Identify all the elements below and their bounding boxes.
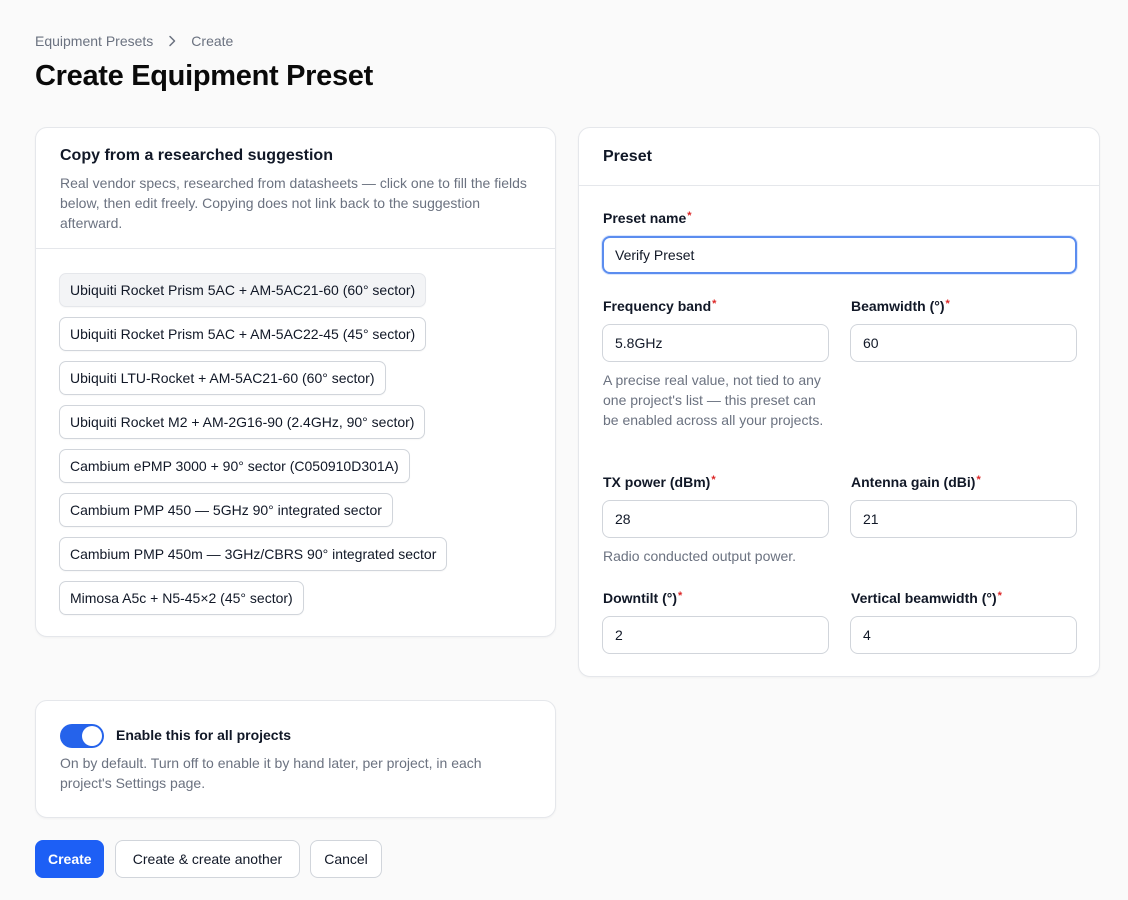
downtilt-input[interactable]: 2: [602, 616, 829, 654]
tx-power-help: Radio conducted output power.: [603, 548, 797, 564]
suggestion-chip[interactable]: Ubiquiti Rocket Prism 5AC + AM-5AC21-60 …: [59, 273, 427, 307]
frequency-band-input[interactable]: 5.8GHz: [602, 324, 829, 362]
breadcrumb-parent-link[interactable]: Equipment Presets: [35, 33, 153, 49]
beamwidth-input[interactable]: 60: [850, 324, 1077, 362]
suggestion-chip[interactable]: Cambium PMP 450 — 5GHz 90° integrated se…: [59, 493, 393, 527]
suggestions-header: Copy from a researched suggestion Real v…: [36, 128, 555, 249]
preset-card: Preset Preset name* Verify Preset Freque…: [578, 127, 1100, 677]
create-another-button[interactable]: Create & create another: [115, 840, 300, 878]
suggestion-chip[interactable]: Cambium ePMP 3000 + 90° sector (C050910D…: [59, 449, 410, 483]
toggle-knob: [82, 726, 102, 746]
suggestion-chip[interactable]: Ubiquiti Rocket Prism 5AC + AM-5AC22-45 …: [59, 317, 427, 351]
tx-power-label: TX power (dBm)*: [603, 474, 716, 490]
enable-all-projects-help: On by default. Turn off to enable it by …: [60, 755, 482, 791]
required-mark: *: [945, 298, 950, 310]
preset-name-input[interactable]: Verify Preset: [602, 236, 1077, 274]
page-title: Create Equipment Preset: [35, 60, 373, 92]
antenna-gain-label-text: Antenna gain (dBi): [851, 474, 976, 490]
vertical-beamwidth-label-text: Vertical beamwidth (°): [851, 590, 997, 606]
suggestions-description: Real vendor specs, researched from datas…: [60, 175, 527, 231]
enable-all-projects-toggle[interactable]: [60, 724, 104, 748]
required-mark: *: [976, 474, 981, 486]
required-mark: *: [687, 210, 692, 222]
vertical-beamwidth-label: Vertical beamwidth (°)*: [851, 590, 1002, 606]
frequency-band-label-text: Frequency band: [603, 298, 712, 314]
downtilt-label: Downtilt (°)*: [603, 590, 682, 606]
antenna-gain-input[interactable]: 21: [850, 500, 1077, 538]
create-button[interactable]: Create: [35, 840, 104, 878]
preset-name-label-text: Preset name: [603, 210, 687, 226]
preset-name-label: Preset name*: [603, 210, 692, 226]
antenna-gain-label: Antenna gain (dBi)*: [851, 474, 981, 490]
required-mark: *: [678, 590, 683, 602]
tx-power-input[interactable]: 28: [602, 500, 829, 538]
suggestion-chip[interactable]: Mimosa A5c + N5-45×2 (45° sector): [59, 581, 304, 615]
tx-power-label-text: TX power (dBm): [603, 474, 711, 490]
enable-card: Enable this for all projects On by defau…: [35, 700, 556, 818]
suggestion-chip[interactable]: Ubiquiti Rocket M2 + AM-2G16-90 (2.4GHz,…: [59, 405, 426, 439]
cancel-button[interactable]: Cancel: [310, 840, 382, 878]
suggestion-list: Ubiquiti Rocket Prism 5AC + AM-5AC21-60 …: [36, 249, 555, 625]
downtilt-label-text: Downtilt (°): [603, 590, 678, 606]
required-mark: *: [711, 474, 716, 486]
beamwidth-label: Beamwidth (°)*: [851, 298, 950, 314]
enable-all-projects-label: Enable this for all projects: [116, 727, 292, 743]
beamwidth-label-text: Beamwidth (°): [851, 298, 945, 314]
preset-header: Preset: [579, 128, 1099, 186]
frequency-band-help: A precise real value, not tied to any on…: [603, 372, 824, 428]
suggestion-chip[interactable]: Ubiquiti LTU-Rocket + AM-5AC21-60 (60° s…: [59, 361, 386, 395]
required-mark: *: [712, 298, 717, 310]
breadcrumb: Equipment Presets Create: [35, 33, 233, 49]
suggestions-title: Copy from a researched suggestion: [60, 147, 333, 164]
required-mark: *: [997, 590, 1002, 602]
suggestion-chip[interactable]: Cambium PMP 450m — 3GHz/CBRS 90° integra…: [59, 537, 448, 571]
chevron-right-icon: [165, 35, 179, 47]
suggestions-card: Copy from a researched suggestion Real v…: [35, 127, 556, 637]
breadcrumb-current: Create: [191, 33, 234, 49]
preset-title: Preset: [603, 148, 652, 165]
frequency-band-label: Frequency band*: [603, 298, 716, 314]
vertical-beamwidth-input[interactable]: 4: [850, 616, 1077, 654]
